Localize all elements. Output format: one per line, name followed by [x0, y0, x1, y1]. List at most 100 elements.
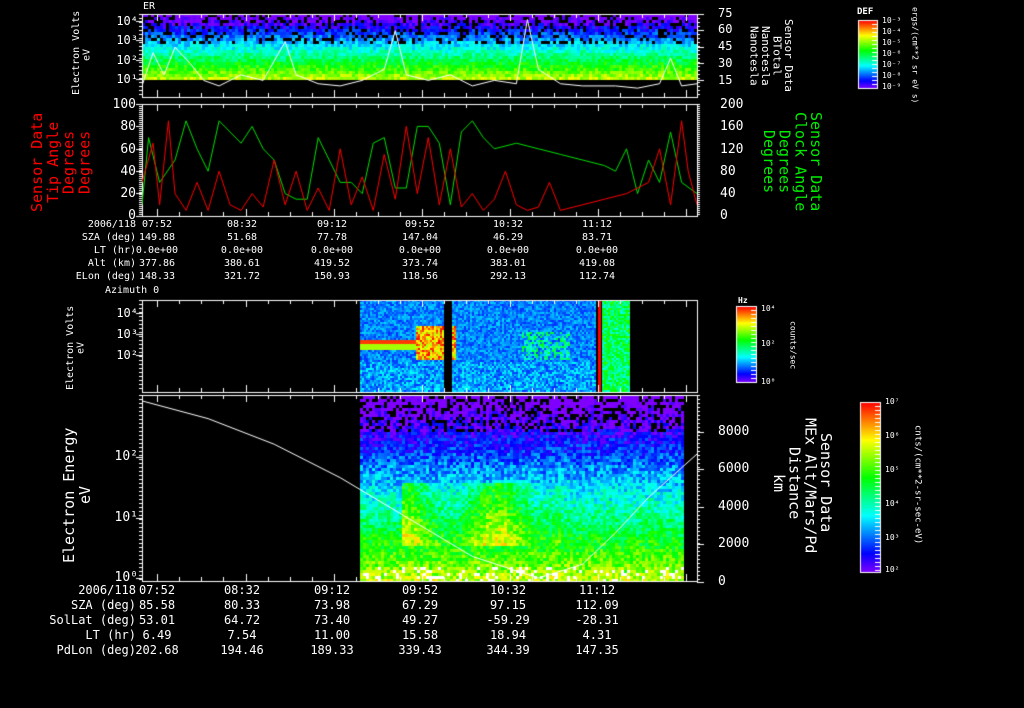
row-value: 202.68 [135, 643, 179, 657]
row-value: 97.15 [489, 598, 527, 612]
row-value: 0.0e+00 [310, 245, 354, 256]
colorbar1-title: DEF [857, 7, 874, 17]
row-value: 11:12 [578, 583, 616, 597]
row-value: 10:32 [492, 219, 524, 230]
btotal-label: Sensor Data BTotal Nanotesla Nanotesla [747, 19, 796, 92]
row-value: 377.86 [138, 258, 176, 269]
row-label: 2006/118 [87, 219, 136, 230]
row-value: 380.61 [223, 258, 261, 269]
row-value: 112.74 [578, 271, 616, 282]
colorbar1-tick: 10⁻⁶ [882, 49, 902, 58]
panel3-ytick: 10³ [116, 327, 138, 341]
row-value: 64.72 [223, 613, 261, 627]
panel3-ytick: 10⁴ [116, 306, 138, 320]
row-value: 10:32 [489, 583, 527, 597]
row-value: 83.71 [581, 232, 613, 243]
row-value: 11:12 [581, 219, 613, 230]
row-value: 292.13 [489, 271, 527, 282]
row-value: 4.31 [582, 628, 612, 642]
row-value: 147.35 [575, 643, 619, 657]
row-value: 112.09 [575, 598, 619, 612]
row-value: 09:12 [313, 583, 351, 597]
row-value: 07:52 [138, 583, 176, 597]
row-value: -59.29 [486, 613, 530, 627]
row-label: PdLon (deg) [56, 643, 136, 657]
panel3-ytick: 10² [116, 348, 138, 362]
colorbar1-tick: 10⁻⁴ [882, 27, 902, 36]
panel1-rtick: 75 [718, 6, 733, 20]
colorbar2-unit: counts/sec [788, 321, 798, 370]
tip-angle-label: Sensor Data Tip Angle Degrees Degrees [28, 112, 94, 212]
row-label: ELon (deg) [75, 271, 136, 282]
colorbar1-tick: 10⁻⁷ [882, 60, 902, 69]
panel2-rtick: 40 [720, 186, 736, 201]
colorbar1-tick: 10⁻⁸ [882, 71, 902, 80]
row-label: SZA (deg) [81, 232, 136, 243]
row-value: 0.0e+00 [575, 245, 619, 256]
row-value: 09:12 [316, 219, 348, 230]
row-label: Alt (km) [87, 258, 136, 269]
distance-label: Sensor Data MEx Alt/Mars/Pd Distance km [769, 418, 835, 554]
row-label: 2006/118 [78, 583, 136, 597]
colorbar1-tick: 10⁻⁵ [882, 38, 902, 47]
colorbar1-unit: ergs/(cm**2 sr eV s) [910, 6, 920, 104]
row-label: SolLat (deg) [49, 613, 136, 627]
panel1-ytick: 10² [116, 53, 138, 67]
row-value: 77.78 [316, 232, 348, 243]
panel2-ltick: 20 [120, 186, 136, 201]
row-value: 08:32 [226, 219, 258, 230]
row-value: 51.68 [226, 232, 258, 243]
azimuth-title: Azimuth 0 [105, 285, 160, 296]
row-value: 321.72 [223, 271, 261, 282]
colorbar1-tick: 10⁻³ [882, 16, 902, 25]
panel2-ltick: 40 [120, 164, 136, 179]
row-value: 73.40 [313, 613, 351, 627]
row-value: 46.29 [492, 232, 524, 243]
top-panel-title: ER [143, 1, 156, 12]
row-value: 147.04 [401, 232, 439, 243]
row-label: LT (hr) [85, 628, 136, 642]
panel1-ytick: 10¹ [116, 72, 138, 86]
panel1-rtick: 15 [718, 73, 733, 87]
colorbar3-tick: 10⁴ [885, 499, 900, 508]
row-value: 09:52 [404, 219, 436, 230]
row-label: SZA (deg) [70, 598, 136, 612]
row-value: 67.29 [401, 598, 439, 612]
colorbar2-tick: 10⁴ [761, 304, 776, 313]
row-value: 149.88 [138, 232, 176, 243]
panel4-rtick: 2000 [718, 536, 750, 551]
colorbar3-unit: cnts/(cm**2-sr-sec-eV) [912, 425, 923, 545]
row-value: 419.08 [578, 258, 616, 269]
panel4-ytick: 10¹ [114, 510, 138, 525]
colorbar1-tick: 10⁻⁹ [882, 82, 902, 91]
row-value: 07:52 [141, 219, 173, 230]
row-value: 0.0e+00 [135, 245, 179, 256]
panel1-ylabel: Electron Volts eV [71, 10, 93, 95]
row-value: 189.33 [310, 643, 354, 657]
row-value: 6.49 [142, 628, 172, 642]
row-value: 53.01 [138, 613, 176, 627]
row-value: 344.39 [486, 643, 530, 657]
colorbar2-tick: 10² [761, 339, 776, 348]
panel1-ytick: 10⁴ [116, 14, 138, 28]
row-value: 49.27 [401, 613, 439, 627]
row-value: 08:32 [223, 583, 261, 597]
row-value: 118.56 [401, 271, 439, 282]
panel2-rtick: 80 [720, 164, 736, 179]
row-value: 339.43 [398, 643, 442, 657]
colorbar3-tick: 10⁷ [885, 397, 900, 406]
row-value: 11.00 [313, 628, 351, 642]
panel2-ltick: 80 [120, 119, 136, 134]
row-value: 373.74 [401, 258, 439, 269]
panel2-ltick: 100 [112, 97, 136, 112]
row-value: 7.54 [227, 628, 257, 642]
panel2-rtick: 0 [720, 208, 728, 223]
panel4-ytick: 10² [114, 449, 138, 464]
colorbar3-tick: 10³ [885, 533, 900, 542]
panel1-rtick: 45 [718, 39, 733, 53]
row-value: 09:52 [401, 583, 439, 597]
row-value: 18.94 [489, 628, 527, 642]
panel1-rtick: 60 [718, 22, 733, 36]
row-value: 73.98 [313, 598, 351, 612]
row-value: 0.0e+00 [398, 245, 442, 256]
